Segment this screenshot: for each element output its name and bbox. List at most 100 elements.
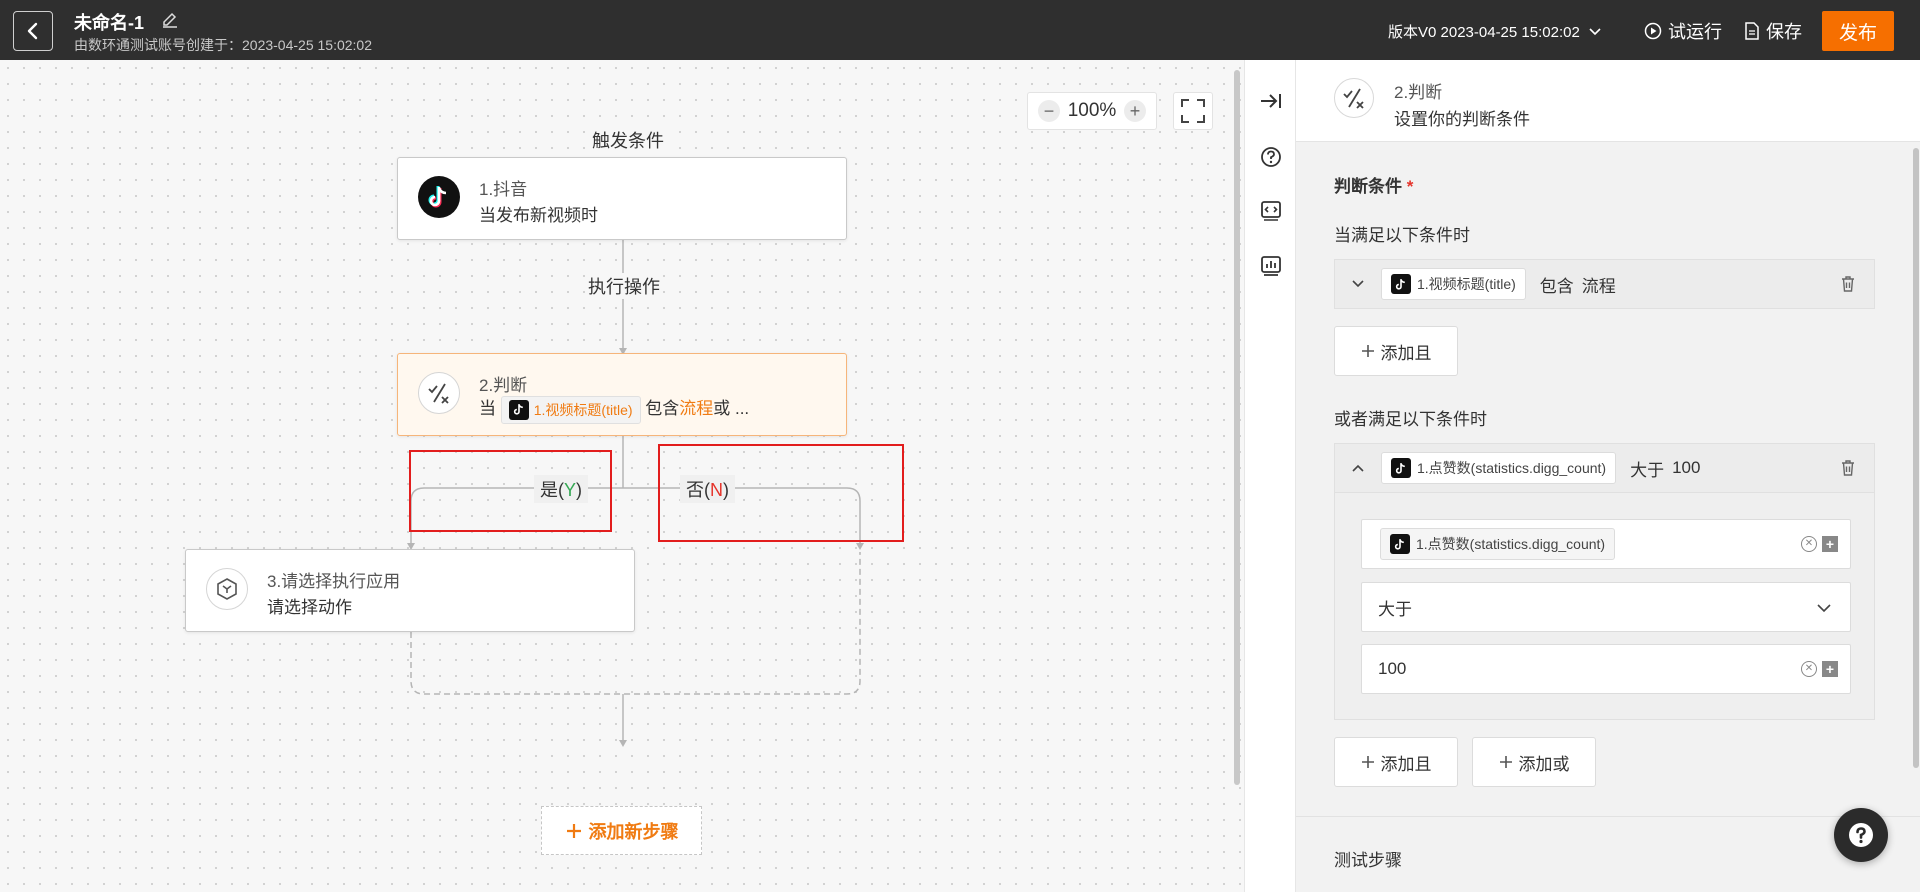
add-and-button-2[interactable]: 添加且 <box>1334 737 1458 787</box>
tiktok-icon <box>1391 458 1411 478</box>
operator-value: 大于 <box>1378 599 1412 619</box>
test-run-label: 试运行 <box>1668 22 1722 42</box>
fullscreen-icon <box>1181 99 1205 123</box>
summary-field-chip: 1.视频标题(title) <box>500 395 641 424</box>
play-circle-icon <box>1644 22 1662 40</box>
tiktok-icon <box>1391 274 1411 294</box>
group1-label: 当满足以下条件时 <box>1334 226 1470 245</box>
add-and-label: 添加且 <box>1380 343 1432 363</box>
section-label-text: 判断条件 <box>1334 177 1402 196</box>
insert-icon[interactable]: + <box>1822 536 1838 552</box>
save-label: 保存 <box>1766 22 1802 42</box>
chevron-down-icon <box>1817 604 1831 613</box>
trigger-node-subtitle: 当发布新视频时 <box>479 206 598 225</box>
field-chip-label: 1.点赞数(statistics.digg_count) <box>1416 536 1606 552</box>
publish-button[interactable]: 发布 <box>1822 11 1894 51</box>
help-button[interactable] <box>1258 144 1284 170</box>
add-or-button[interactable]: 添加或 <box>1472 737 1596 787</box>
edit-icon[interactable] <box>160 10 180 30</box>
arrow-to-right-icon <box>1261 94 1281 108</box>
add-step-button[interactable]: 添加新步骤 <box>541 806 702 855</box>
operator-select[interactable]: 大于 <box>1361 582 1851 632</box>
tiktok-icon <box>1390 534 1410 554</box>
panel-header: 2.判断 设置你的判断条件 <box>1296 60 1920 142</box>
chevron-up-icon <box>1352 464 1364 472</box>
section-label: 判断条件 * <box>1334 172 1413 197</box>
code-view-button[interactable] <box>1258 198 1284 224</box>
zoom-value: 100% <box>1067 100 1117 121</box>
chevron-down-icon <box>1589 27 1601 35</box>
add-or-label: 添加或 <box>1518 754 1570 774</box>
config-panel: 2.判断 设置你的判断条件 判断条件 * 当满足以下条件时 1.视频标题(tit… <box>1296 60 1920 892</box>
condition-op: 大于 <box>1630 460 1665 480</box>
judge-node[interactable]: 2.判断 当 1.视频标题(title) 包含流程或 ... <box>397 353 847 436</box>
action-node-subtitle: 请选择动作 <box>267 598 352 617</box>
summary-field-label: 1.视频标题(title) <box>533 401 633 418</box>
question-bubble-icon <box>1849 823 1873 847</box>
clear-icon[interactable]: ✕ <box>1801 661 1817 677</box>
judge-node-title: 2.判断 <box>479 376 528 395</box>
plus-icon <box>1361 345 1374 357</box>
panel-title: 2.判断 <box>1394 83 1443 102</box>
document-icon <box>1745 22 1759 40</box>
plus-icon <box>566 823 581 838</box>
trash-icon[interactable] <box>1838 274 1858 294</box>
fullscreen-button[interactable] <box>1173 92 1213 130</box>
project-subtitle: 由数环通测试账号创建于：2023-04-25 15:02:02 <box>74 37 372 53</box>
field-chip-label: 1.视频标题(title) <box>1417 276 1516 292</box>
tool-strip <box>1244 60 1296 892</box>
expand-toggle[interactable] <box>1335 279 1381 289</box>
condition-icon <box>418 372 460 414</box>
zoom-in-button[interactable]: + <box>1123 100 1146 122</box>
highlight-box-yes <box>409 450 612 532</box>
code-icon <box>1261 201 1281 221</box>
zoom-control: − 100% + <box>1027 92 1157 130</box>
panel-subtitle: 设置你的判断条件 <box>1394 110 1530 129</box>
flow-canvas[interactable]: − 100% + 触发条件 1.抖音 当发布新视频时 执行操作 2.判断 当 1… <box>0 60 1244 892</box>
trigger-node[interactable]: 1.抖音 当发布新视频时 <box>397 157 847 240</box>
tiktok-icon <box>508 399 529 420</box>
action-node[interactable]: 3.请选择执行应用 请选择动作 <box>185 549 635 632</box>
back-button[interactable] <box>13 11 53 51</box>
project-title: 未命名-1 <box>74 13 145 33</box>
condition-icon <box>1334 78 1374 118</box>
chevron-down-icon <box>1352 280 1364 288</box>
logs-button[interactable] <box>1258 253 1284 279</box>
add-and-button[interactable]: 添加且 <box>1334 326 1458 376</box>
judge-node-summary: 当 1.视频标题(title) 包含流程或 ... <box>479 394 749 424</box>
test-run-button[interactable]: 试运行 <box>1644 18 1722 44</box>
top-header: 未命名-1 由数环通测试账号创建于：2023-04-25 15:02:02 版本… <box>0 0 1920 60</box>
chart-monitor-icon <box>1261 256 1281 276</box>
test-step-label[interactable]: 测试步骤 <box>1334 846 1402 871</box>
value-actions: ✕ + <box>1801 661 1838 677</box>
collapse-toggle[interactable] <box>1335 463 1381 473</box>
trash-icon[interactable] <box>1838 458 1858 478</box>
condition-value: 流程 <box>1581 276 1616 296</box>
canvas-scrollbar[interactable] <box>1234 70 1240 785</box>
summary-op: 包含 <box>645 399 680 418</box>
insert-icon[interactable]: + <box>1822 661 1838 677</box>
collapse-panel-button[interactable] <box>1258 88 1284 114</box>
app-cube-icon <box>206 568 248 610</box>
field-chip: 1.点赞数(statistics.digg_count) <box>1381 452 1617 484</box>
summary-keyword: 流程 <box>679 399 714 418</box>
trigger-label: 触发条件 <box>590 127 666 153</box>
condition-row-1[interactable]: 1.视频标题(title) 包含 流程 <box>1334 259 1875 309</box>
group2-label: 或者满足以下条件时 <box>1334 410 1487 429</box>
add-step-label: 添加新步骤 <box>588 821 679 842</box>
field-chip-label: 1.点赞数(statistics.digg_count) <box>1417 460 1607 476</box>
panel-scrollbar[interactable] <box>1913 148 1919 768</box>
help-chat-button[interactable] <box>1834 808 1888 862</box>
summary-prefix: 当 <box>479 399 496 418</box>
value-input[interactable]: 100 ✕ + <box>1361 644 1851 694</box>
clear-icon[interactable]: ✕ <box>1801 536 1817 552</box>
field-chip: 1.点赞数(statistics.digg_count) <box>1380 528 1616 560</box>
field-actions: ✕ + <box>1801 536 1838 552</box>
value-text: 100 <box>1378 659 1407 678</box>
condition-row-2[interactable]: 1.点赞数(statistics.digg_count) 大于 100 <box>1334 443 1875 493</box>
summary-suffix: 或 ... <box>713 399 750 418</box>
version-selector[interactable]: 版本V0 2023-04-25 15:02:02 <box>1388 21 1602 42</box>
zoom-out-button[interactable]: − <box>1038 100 1060 122</box>
save-button[interactable]: 保存 <box>1744 18 1802 44</box>
field-selector[interactable]: 1.点赞数(statistics.digg_count) ✕ + <box>1361 519 1851 569</box>
